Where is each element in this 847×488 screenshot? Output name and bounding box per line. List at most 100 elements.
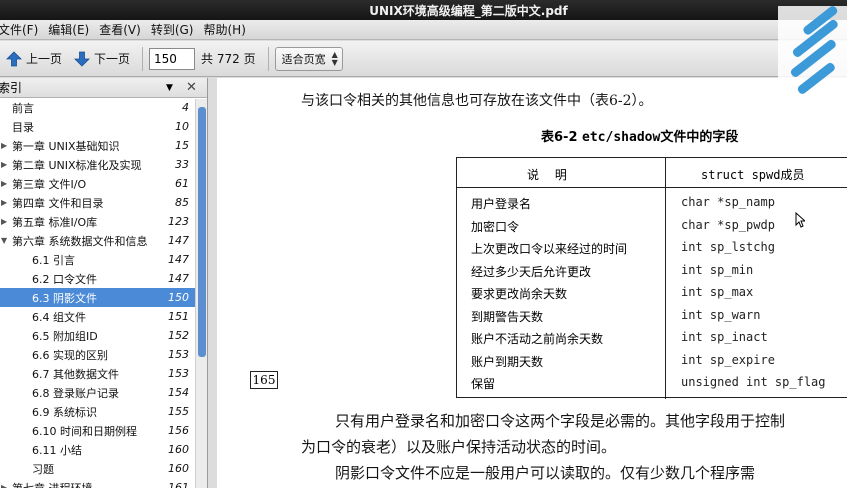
menu-view[interactable]: 查看(V) xyxy=(99,21,151,38)
table-row: 上次更改口令以来经过的时间 int sp_lstchg xyxy=(457,237,847,259)
outline-item-label: 6.9 系统标识 xyxy=(32,405,97,419)
outline-item-label: 6.2 口令文件 xyxy=(32,272,97,286)
outline-item[interactable]: ▶ 第五章 标准I/O库 123 xyxy=(0,212,207,231)
shadow-fields-table: 说 明 struct spwd成员 用户登录名 char *sp_namp 加密口令… xyxy=(456,157,847,399)
outline-item[interactable]: 6.6 实现的区别 153 xyxy=(0,345,207,364)
field-member: int sp_max xyxy=(681,285,754,299)
outline-item-page: 155 xyxy=(168,405,189,418)
arrow-up-icon xyxy=(6,50,22,66)
outline-item-page: 154 xyxy=(168,386,189,399)
outline-item-page: 152 xyxy=(168,329,189,342)
paragraph-1-line-2: 为口令的衰老）以及账户保持活动状态的时间。 xyxy=(301,438,617,456)
table-row: 保留 unsigned int sp_flag xyxy=(457,372,847,394)
outline-item-page: 4 xyxy=(182,101,189,114)
zoom-select[interactable]: 适合页宽 ▲ ▼ xyxy=(274,46,343,71)
table-row: 账户到期天数 int sp_expire xyxy=(457,350,847,372)
outline-item[interactable]: 6.1 引言 147 xyxy=(0,250,207,269)
field-description: 账户不活动之前尚余天数 xyxy=(471,332,604,346)
menu-go[interactable]: 转到(G) xyxy=(151,21,204,38)
next-page-button[interactable]: 下一页 xyxy=(68,45,136,73)
outline-item[interactable]: 6.3 阴影文件 150 xyxy=(0,288,207,307)
expanded-arrow-icon[interactable]: ▼ xyxy=(1,236,7,245)
caption-suffix: 文件中的字段 xyxy=(660,130,739,145)
header-member: struct spwd成员 xyxy=(701,168,805,182)
outline-item[interactable]: 6.7 其他数据文件 153 xyxy=(0,364,207,383)
outline-item-label: 6.11 小结 xyxy=(32,443,82,457)
outline-item-page: 153 xyxy=(168,348,189,361)
outline-item-page: 153 xyxy=(168,367,189,380)
field-description: 用户登录名 xyxy=(471,197,532,211)
outline-item[interactable]: 习题 160 xyxy=(0,459,207,478)
field-description: 上次更改口令以来经过的时间 xyxy=(471,242,628,256)
close-icon[interactable]: ✕ xyxy=(186,80,197,95)
outline-item[interactable]: ▶ 第七章 进程环境 161 xyxy=(0,478,207,488)
field-member: char *sp_namp xyxy=(681,195,775,209)
expand-arrow-icon[interactable]: ▶ xyxy=(1,198,7,207)
scrollbar-thumb[interactable] xyxy=(198,107,206,357)
menu-file[interactable]: 文件(F) xyxy=(0,21,48,38)
outline-item-label: 第六章 系统数据文件和信息 xyxy=(12,234,148,248)
outline-item-label: 6.7 其他数据文件 xyxy=(32,367,119,381)
table-row: 加密口令 char *sp_pwdp xyxy=(457,215,847,237)
outline-item-page: 161 xyxy=(168,481,189,488)
outline-item-label: 第四章 文件和目录 xyxy=(12,196,104,210)
outline-item-label: 第七章 进程环境 xyxy=(12,481,93,488)
table-caption: 表6-2 etc/shadow文件中的字段 xyxy=(541,126,738,145)
outline-item[interactable]: 6.9 系统标识 155 xyxy=(0,402,207,421)
intro-line: 与该口令相关的其他信息也可存放在该文件中（表6-2）。 xyxy=(301,93,653,109)
chevron-down-icon[interactable]: ▼ xyxy=(166,83,173,93)
outline-item-label: 6.6 实现的区别 xyxy=(32,348,108,362)
outline-item[interactable]: 6.4 组文件 151 xyxy=(0,307,207,326)
field-description: 加密口令 xyxy=(471,219,520,234)
prev-page-label: 上一页 xyxy=(26,52,63,66)
outline-item[interactable]: ▶ 第三章 文件I/O 61 xyxy=(0,174,207,193)
table-row: 账户不活动之前尚余天数 int sp_inact xyxy=(457,327,847,349)
outline-item-label: 习题 xyxy=(32,462,54,476)
document-view[interactable]: 与该口令相关的其他信息也可存放在该文件中（表6-2）。 表6-2 etc/sha… xyxy=(209,78,847,488)
sidebar-scrollbar[interactable] xyxy=(195,99,207,488)
expand-arrow-icon[interactable]: ▶ xyxy=(1,217,7,226)
outline-item[interactable]: 6.11 小结 160 xyxy=(0,440,207,459)
menu-edit[interactable]: 编辑(E) xyxy=(48,21,99,38)
window-title: UNIX环境高级编程_第二版中文.pdf xyxy=(369,3,568,18)
page-number-input[interactable] xyxy=(149,47,196,70)
outline-item[interactable]: 目录 10 xyxy=(0,117,207,136)
table-header: 说 明 struct spwd成员 xyxy=(457,158,847,188)
field-description: 到期警告天数 xyxy=(471,309,544,324)
sidebar-title[interactable]: 索引 xyxy=(0,79,22,96)
outline-item-page: 85 xyxy=(175,196,189,209)
prev-page-button[interactable]: 上一页 xyxy=(0,45,68,73)
outline-item[interactable]: ▶ 第二章 UNIX标准化及实现 33 xyxy=(0,155,207,174)
expand-arrow-icon[interactable]: ▶ xyxy=(1,179,7,188)
zoom-value: 适合页宽 xyxy=(281,52,326,66)
outline-item-page: 147 xyxy=(168,272,189,285)
total-pages-label: 共 772 页 xyxy=(201,52,256,66)
toolbar-separator xyxy=(142,46,144,71)
outline-item[interactable]: 6.8 登录账户记录 154 xyxy=(0,383,207,402)
field-member: int sp_lstchg xyxy=(681,240,775,254)
outline-item-label: 6.3 阴影文件 xyxy=(32,291,97,305)
outline-item-label: 6.8 登录账户记录 xyxy=(32,386,119,400)
outline-item-page: 160 xyxy=(168,443,189,456)
brand-logo-icon xyxy=(778,6,847,102)
outline-item[interactable]: 6.5 附加组ID 152 xyxy=(0,326,207,345)
field-member: char *sp_pwdp xyxy=(681,217,775,232)
expand-arrow-icon[interactable]: ▶ xyxy=(1,141,7,150)
expand-arrow-icon[interactable]: ▶ xyxy=(1,483,7,488)
caption-prefix: 表6-2 xyxy=(541,130,578,145)
field-member: int sp_inact xyxy=(681,330,768,344)
menu-help[interactable]: 帮助(H) xyxy=(203,21,255,38)
outline-item[interactable]: 6.10 时间和日期例程 156 xyxy=(0,421,207,440)
expand-arrow-icon[interactable]: ▶ xyxy=(1,160,7,169)
outline-item[interactable]: ▼ 第六章 系统数据文件和信息 147 xyxy=(0,231,207,250)
caption-path: etc/shadow xyxy=(582,130,661,145)
outline-item[interactable]: 6.2 口令文件 147 xyxy=(0,269,207,288)
outline-item-page: 147 xyxy=(168,253,189,266)
outline-item-page: 151 xyxy=(168,310,189,323)
outline-item[interactable]: ▶ 第四章 文件和目录 85 xyxy=(0,193,207,212)
outline-item[interactable]: ▶ 第一章 UNIX基础知识 15 xyxy=(0,136,207,155)
toolbar-separator xyxy=(267,46,269,71)
outline-item-page: 160 xyxy=(168,462,189,475)
outline-item-label: 6.4 组文件 xyxy=(32,310,86,324)
outline-item[interactable]: 前言 4 xyxy=(0,98,207,117)
